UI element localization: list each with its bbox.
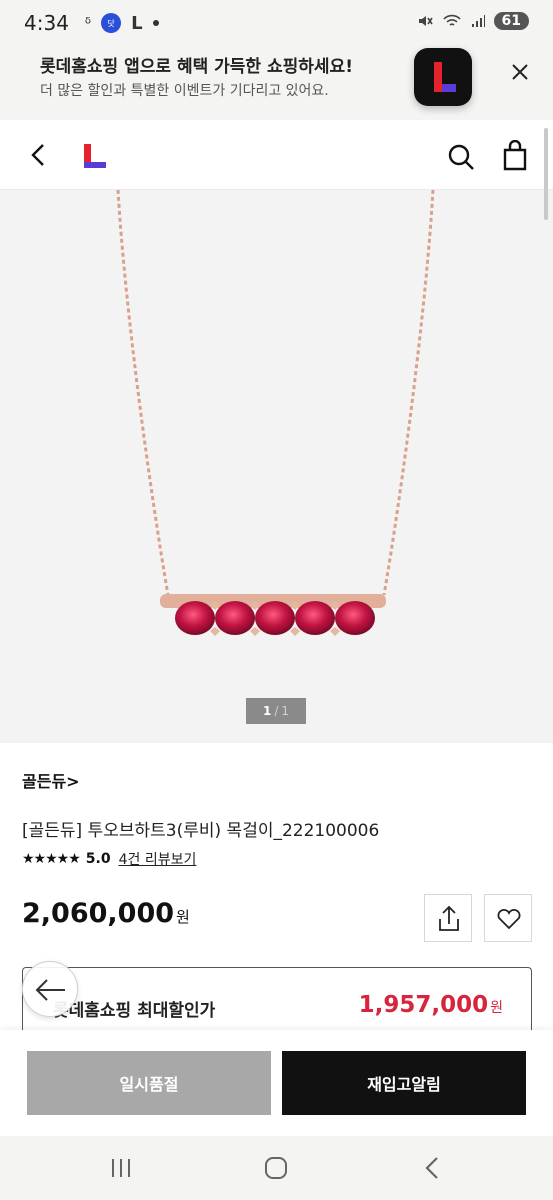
floating-back-button[interactable] — [22, 961, 78, 1017]
share-button[interactable] — [424, 894, 472, 942]
discount-price: 1,957,000 — [358, 992, 489, 1018]
nav-back-icon[interactable] — [420, 1154, 444, 1182]
signal-icon — [471, 15, 485, 27]
heart-icon — [497, 909, 521, 930]
pager-separator: / — [274, 704, 279, 718]
wishlist-button[interactable] — [484, 894, 532, 942]
share-icon — [439, 905, 459, 931]
sync-icon: ᵟ — [84, 13, 92, 33]
chevron-right-icon: > — [66, 772, 80, 791]
star-rating-icon: ★★★★★ — [22, 851, 81, 867]
price-row: 2,060,000 원 — [22, 898, 190, 929]
discount-price-row: 1,957,000 원 — [359, 992, 503, 1018]
price-unit: 원 — [176, 908, 190, 926]
banner-title: 롯데홈쇼핑 앱으로 혜택 가득한 쇼핑하세요! — [40, 57, 353, 77]
battery-indicator: 61 — [493, 12, 529, 30]
mute-icon — [418, 16, 433, 26]
restock-alert-button[interactable]: 재입고알림 — [282, 1051, 526, 1115]
close-icon[interactable] — [506, 58, 534, 86]
system-navigation-bar — [0, 1136, 553, 1200]
shopping-bag-icon[interactable] — [500, 140, 530, 172]
rating-score: 5.0 — [85, 851, 111, 867]
scrollbar[interactable] — [544, 128, 548, 220]
product-image-gallery[interactable]: 1 / 1 — [0, 190, 553, 743]
arrow-left-icon — [35, 979, 65, 1001]
status-time: 4:34 — [24, 11, 69, 35]
back-icon[interactable] — [26, 142, 52, 168]
banner-subtitle: 더 많은 할인과 특별한 이벤트가 기다리고 있어요. — [40, 83, 329, 99]
more-notifications-icon — [152, 20, 159, 26]
product-title: [골든듀] 투오브하트3(루비) 목걸이_222100006 — [22, 821, 380, 841]
search-icon[interactable] — [446, 142, 476, 172]
discount-unit: 원 — [490, 1000, 503, 1016]
pager-total: 1 — [281, 704, 290, 718]
soldout-button[interactable]: 일시품절 — [27, 1051, 271, 1115]
brand-link[interactable]: 골든듀> — [22, 768, 80, 792]
necklace-image — [116, 190, 435, 636]
brand-name: 골든듀 — [22, 772, 67, 791]
page-header — [0, 120, 553, 190]
home-icon[interactable] — [262, 1154, 290, 1182]
product-price: 2,060,000 — [22, 898, 175, 929]
wifi-icon — [442, 14, 461, 26]
bottom-action-bar: 일시품절 재입고알림 — [0, 1030, 553, 1136]
app-logo-icon[interactable] — [414, 48, 472, 106]
review-link[interactable]: 4건 리뷰보기 — [119, 849, 197, 869]
notification-badge-icon: 닷 — [101, 13, 122, 33]
status-notification-icons: ᵟ 닷 L — [85, 13, 159, 34]
app-notification-icon: L — [131, 12, 143, 34]
status-system-icons: 61 — [416, 12, 529, 30]
lotte-logo[interactable] — [80, 142, 110, 170]
rating-row: ★★★★★ 5.0 4건 리뷰보기 — [22, 849, 196, 869]
pager-current: 1 — [262, 704, 272, 718]
max-discount-box[interactable]: 롯데홈쇼핑 최대할인가 1,957,000 원 — [22, 967, 532, 1037]
image-pager: 1 / 1 — [246, 698, 306, 724]
app-install-banner[interactable]: 롯데홈쇼핑 앱으로 혜택 가득한 쇼핑하세요! 더 많은 할인과 특별한 이벤트… — [0, 46, 553, 120]
status-bar: 4:34 ᵟ 닷 L 61 — [0, 0, 553, 46]
recent-apps-icon[interactable] — [108, 1156, 134, 1180]
